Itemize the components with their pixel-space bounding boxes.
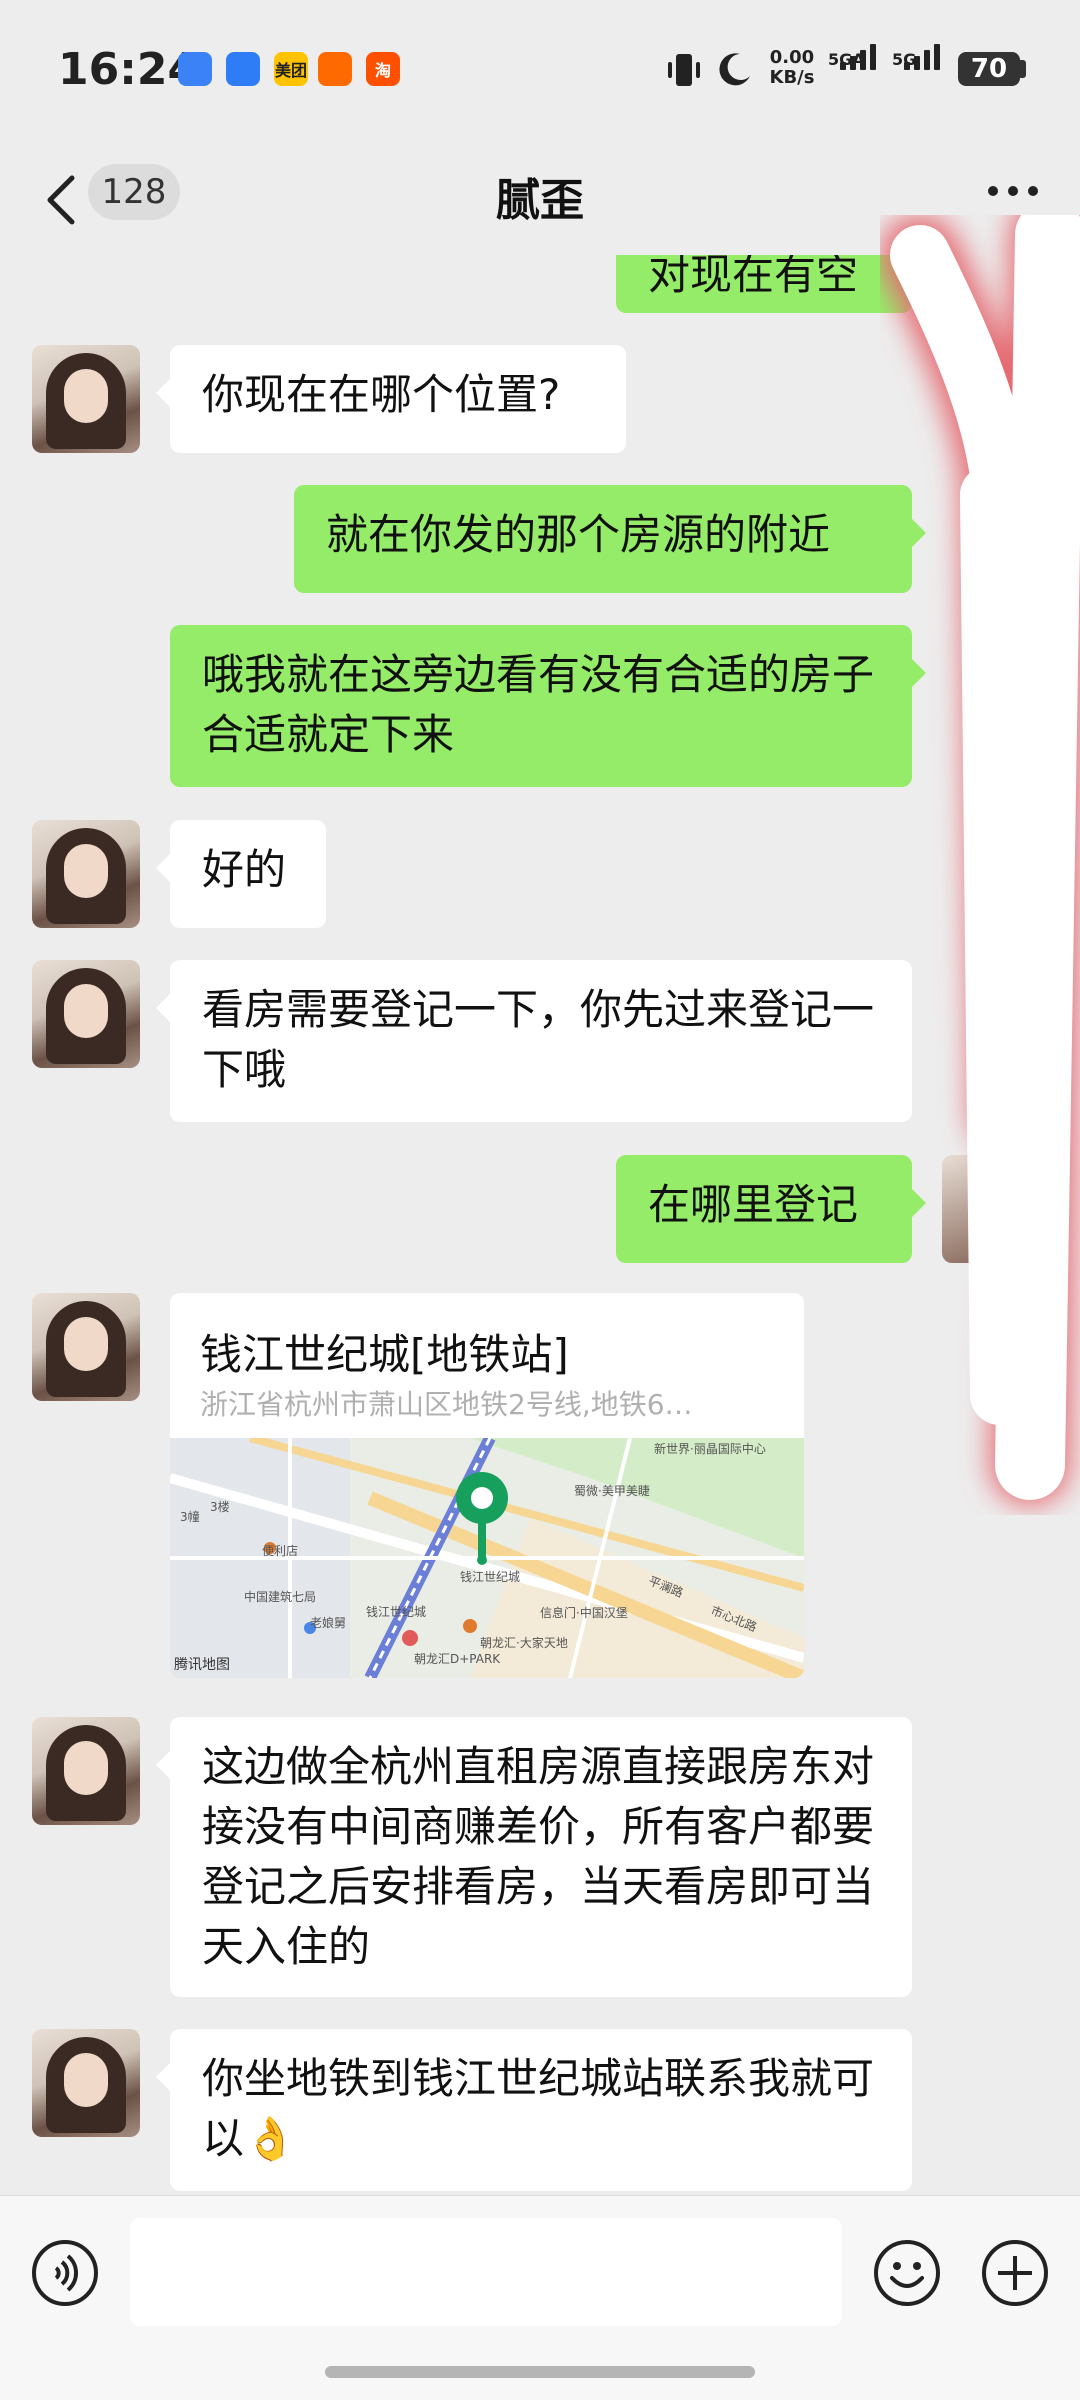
map-brand-label: 腾讯地图 (174, 1657, 230, 1673)
message-outgoing[interactable]: 就在你发的那个房源的附近 (294, 485, 926, 593)
voice-input-icon[interactable] (30, 2238, 100, 2308)
battery-indicator: 70 (958, 52, 1020, 86)
contact-avatar[interactable] (32, 345, 140, 453)
contact-avatar[interactable] (32, 1293, 140, 1401)
meituan-icon: 美团 (274, 52, 308, 86)
redaction-scribble (880, 215, 1080, 1505)
location-name: 钱江世纪城[地铁站] (200, 1330, 569, 1379)
message-outgoing[interactable]: 哦我就在这旁边看有没有合适的房子合适就定下来 (170, 625, 926, 787)
emoji-icon[interactable] (872, 2238, 942, 2308)
home-indicator[interactable] (325, 2366, 755, 2378)
location-address: 浙江省杭州市萧山区地铁2号线,地铁6… (200, 1388, 693, 1421)
message-incoming[interactable]: 好的 (156, 820, 326, 928)
add-attachment-icon[interactable] (980, 2238, 1050, 2308)
message-outgoing[interactable]: 对现在有空 (616, 255, 926, 313)
contact-avatar[interactable] (32, 2029, 140, 2137)
taobao-icon: 淘 (366, 52, 400, 86)
message-incoming[interactable]: 看房需要登记一下，你先过来登记一下哦 (156, 960, 912, 1122)
notification-app-icon (318, 52, 352, 86)
message-incoming[interactable]: 你坐地铁到钱江世纪城站联系我就可以👌 (156, 2029, 912, 2191)
notification-app-icon (226, 52, 260, 86)
message-input[interactable] (130, 2218, 842, 2326)
location-map-preview[interactable]: 新世界·丽晶国际中心 便利店 中国建筑七局 钱江世纪城 老娘舅 钱江世纪城 朝龙… (170, 1438, 804, 1678)
vibrate-icon (668, 54, 700, 86)
network-speed-value: 0.00 (769, 47, 815, 68)
notification-app-icon (178, 52, 212, 86)
message-outgoing[interactable]: 在哪里登记 (616, 1155, 926, 1263)
contact-avatar[interactable] (32, 820, 140, 928)
do-not-disturb-icon (719, 53, 750, 86)
location-card[interactable]: 钱江世纪城[地铁站] 浙江省杭州市萧山区地铁2号线,地铁6… 新世界·丽晶国际中… (170, 1293, 804, 1678)
message-incoming[interactable]: 你现在在哪个位置? (156, 345, 626, 453)
status-bar: 16:24 美团 淘 0.00 KB/s 5GA 5G 70 (0, 0, 1080, 140)
network-speed-unit: KB/s (769, 67, 815, 88)
battery-tip (1020, 60, 1026, 78)
contact-avatar[interactable] (32, 1717, 140, 1825)
more-options-icon[interactable] (988, 186, 1044, 200)
contact-avatar[interactable] (32, 960, 140, 1068)
map-pin-icon (456, 1472, 508, 1565)
input-bar (0, 2195, 1080, 2400)
message-incoming[interactable]: 这边做全杭州直租房源直接跟房东对接没有中间商赚差价，所有客户都要登记之后安排看房… (156, 1717, 912, 1997)
